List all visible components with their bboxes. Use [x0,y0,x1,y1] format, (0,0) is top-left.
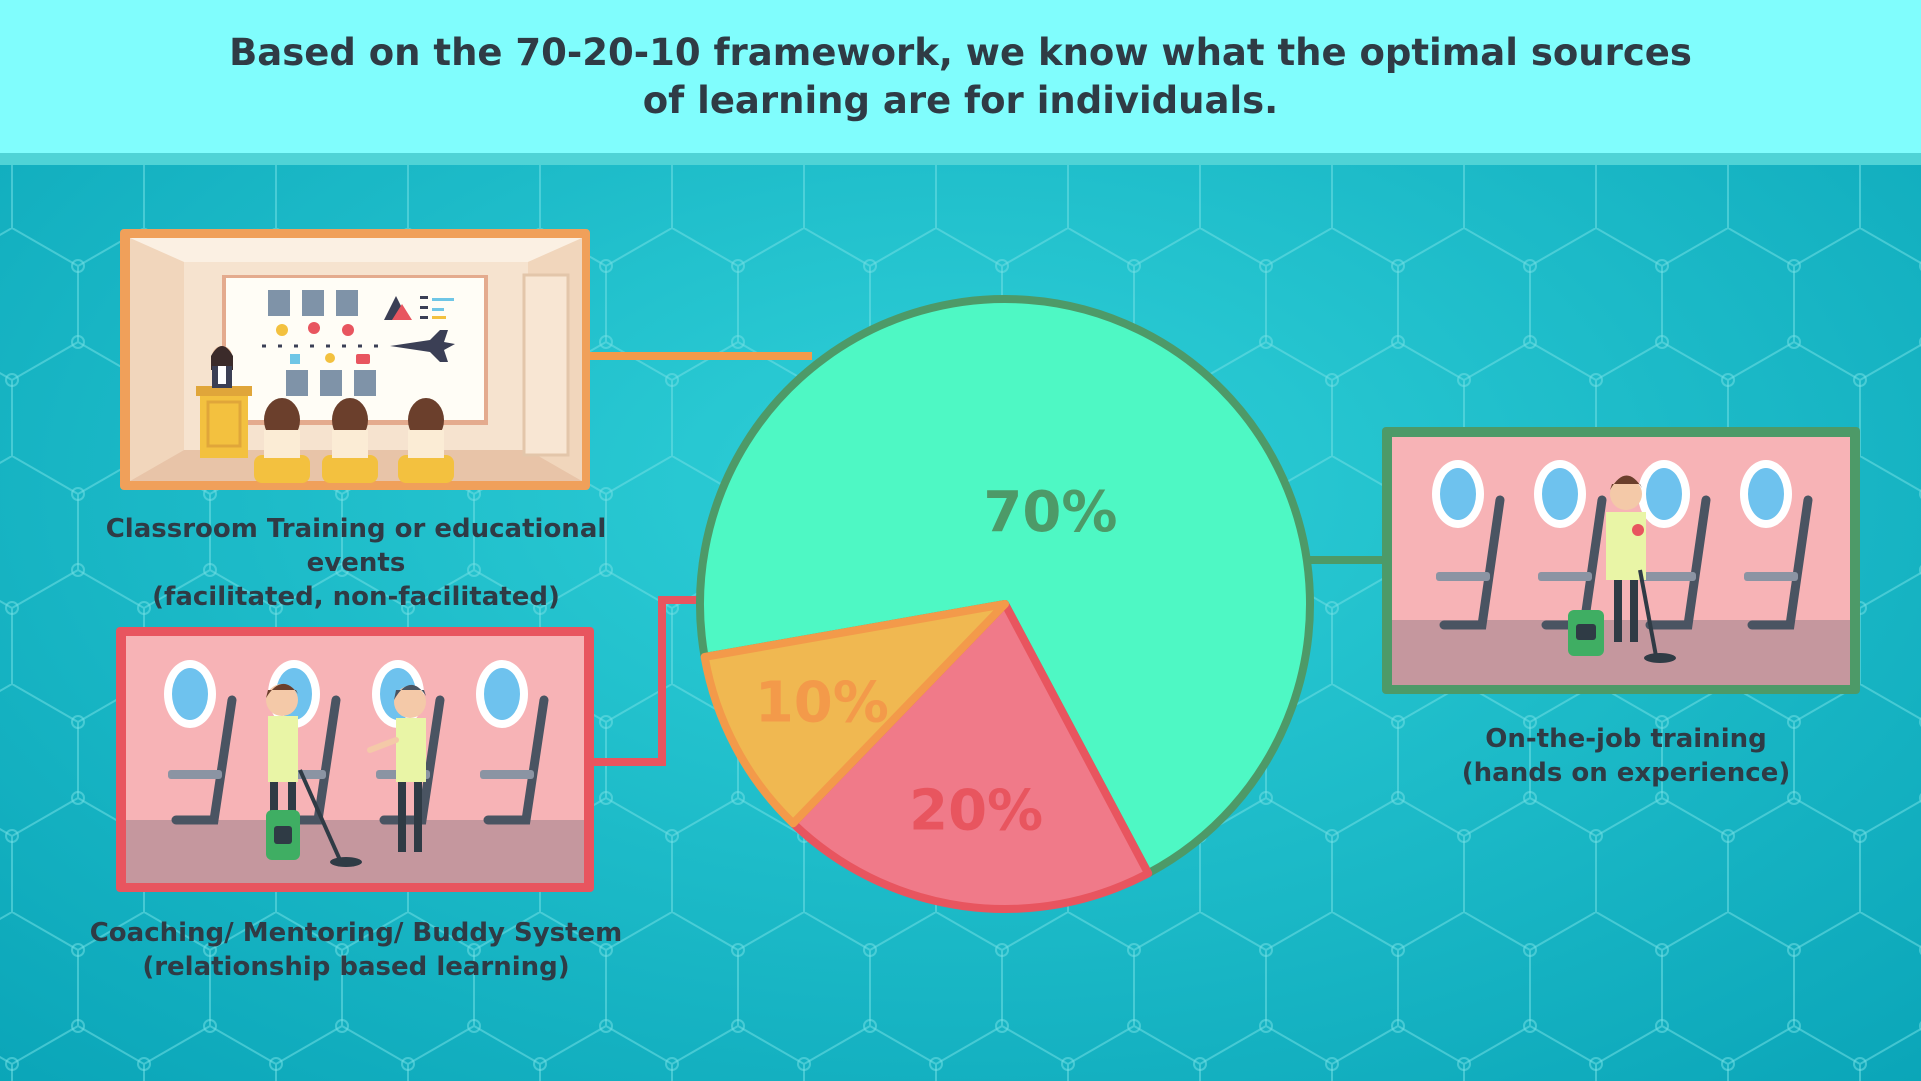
classroom-presentation-icon [120,229,590,490]
caption-coaching-line-2: (relationship based learning) [142,952,570,982]
caption-classroom: Classroom Training or educational events… [56,512,656,614]
caption-onthejob-line-1: On-the-job training [1485,724,1767,754]
caption-classroom-line-2: (facilitated, non-facilitated) [152,582,560,612]
caption-coaching: Coaching/ Mentoring/ Buddy System (relat… [56,916,656,984]
pie: 70% 20% 10% [696,295,1314,913]
caption-onthejob: On-the-job training (hands on experience… [1326,722,1921,790]
cabin-cleaning-icon [1382,427,1860,694]
infographic: Based on the 70-20-10 framework, we know… [0,0,1921,1081]
pie-label-20: 20% [909,778,1043,843]
caption-coaching-line-1: Coaching/ Mentoring/ Buddy System [89,918,623,948]
caption-onthejob-line-2: (hands on experience) [1461,758,1791,788]
pie-label-70: 70% [983,480,1117,545]
connector-line-20 [592,596,705,766]
caption-classroom-line-1: Classroom Training or educational events [105,514,607,578]
pie-label-10: 10% [755,670,889,735]
cabin-coaching-icon [116,627,594,892]
